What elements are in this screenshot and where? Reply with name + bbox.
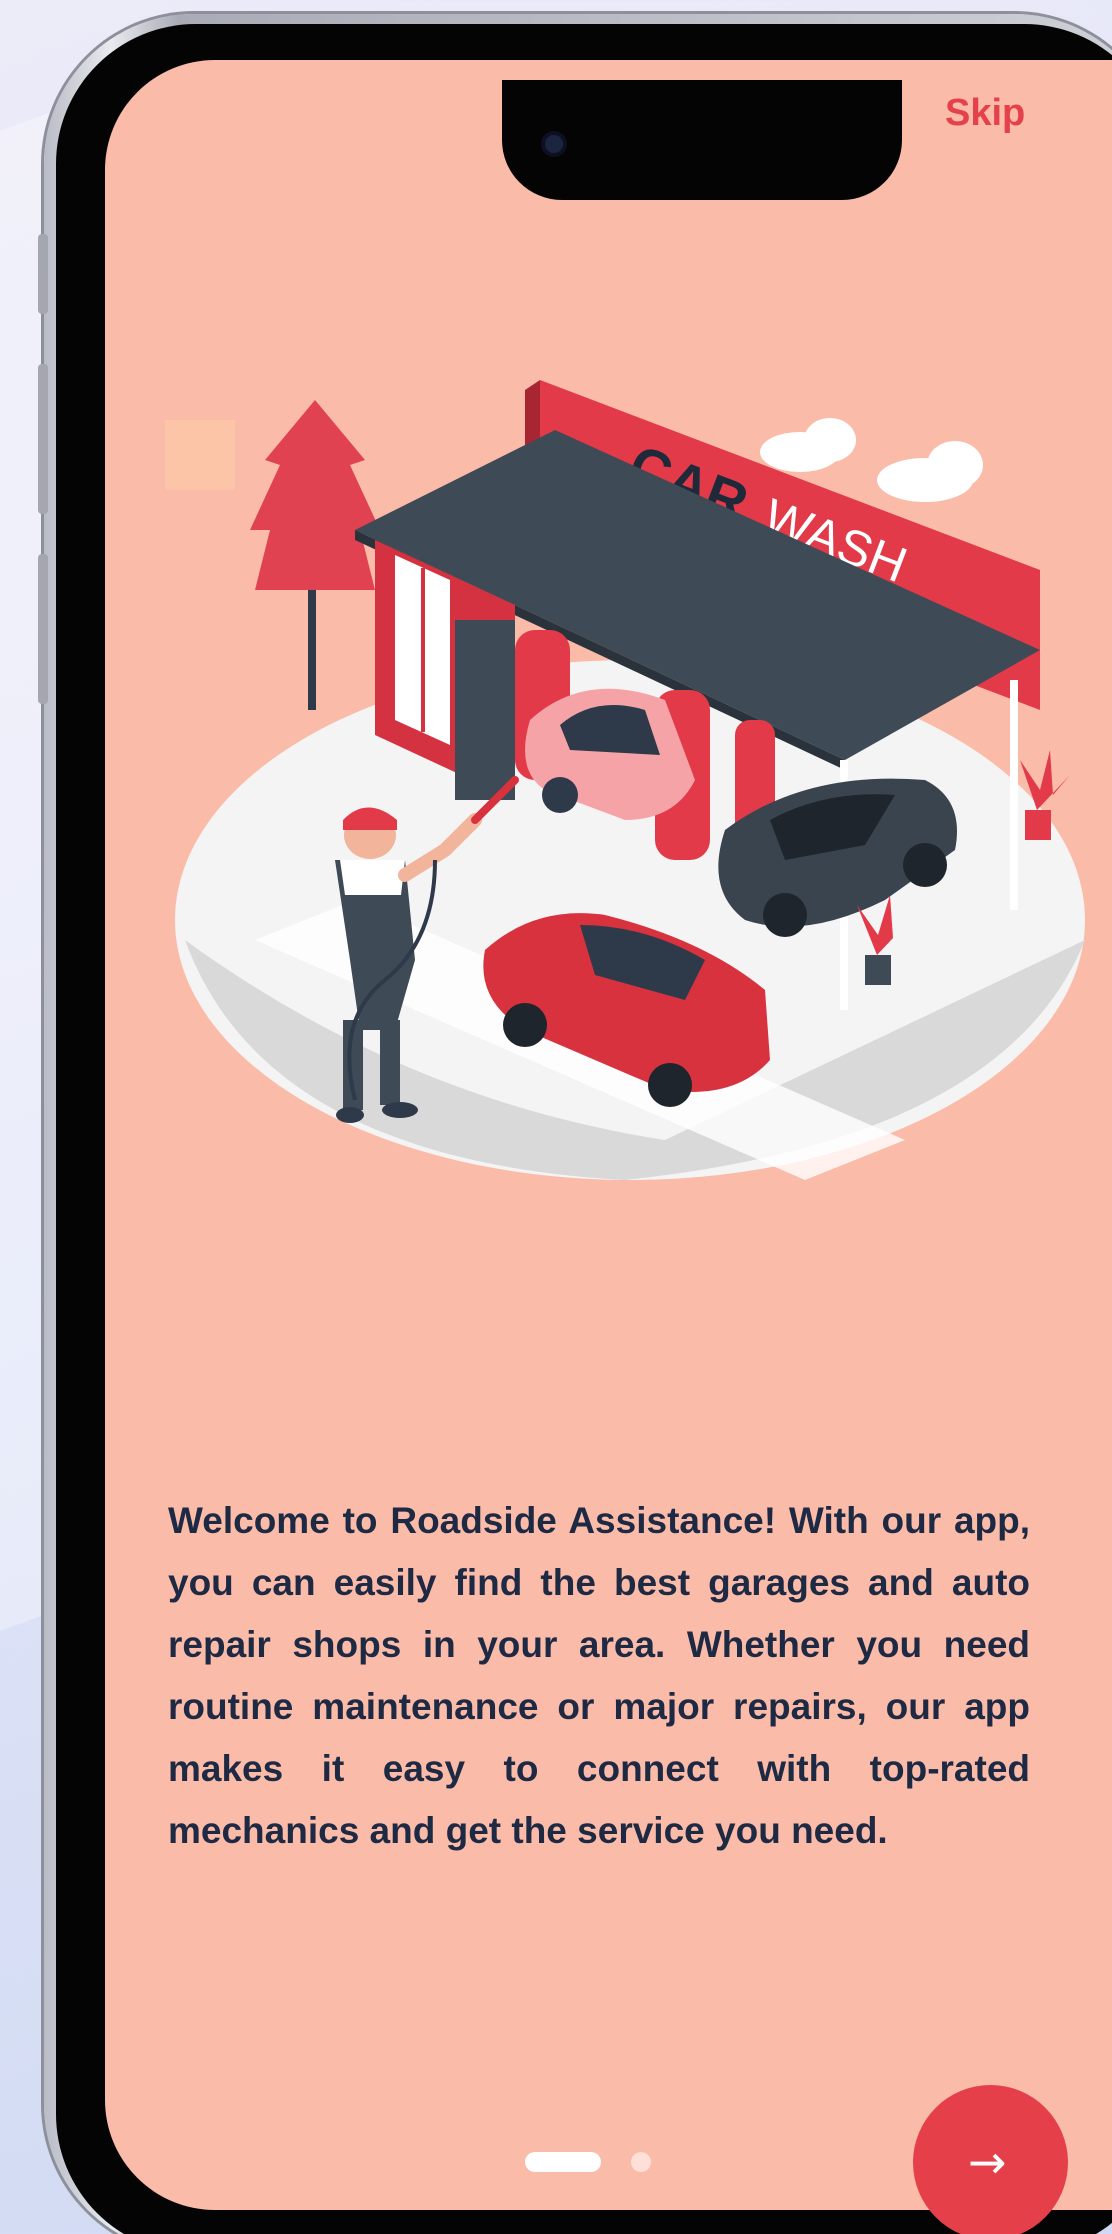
car-wash-illustration: CAR WASH [165,380,1085,1180]
silent-switch [38,234,48,314]
front-camera [545,135,563,153]
page-dot-active [525,2152,601,2172]
roof-pillar [1010,680,1018,910]
arrow-right-icon: → [968,2135,1007,2189]
skip-button[interactable]: Skip [945,92,1025,135]
tree-icon [250,400,380,710]
next-button[interactable]: → [913,2085,1068,2234]
decor-square [165,420,235,490]
page-indicator [525,2152,651,2172]
onboarding-description: Welcome to Roadside Assistance! With our… [168,1500,1030,1851]
page-dot-inactive [631,2152,651,2172]
volume-down-button [38,554,48,704]
volume-up-button [38,364,48,514]
